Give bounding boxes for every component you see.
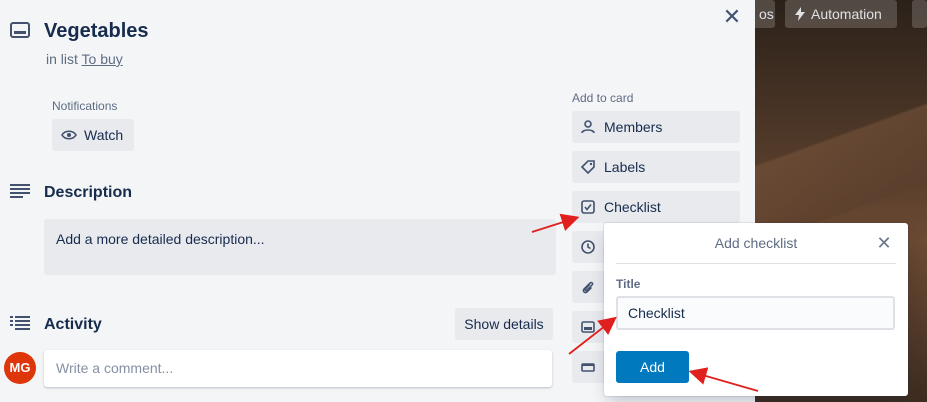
clock-icon xyxy=(581,240,595,254)
comment-input[interactable]: Write a comment... xyxy=(44,350,552,387)
board-header-button-partial-right[interactable] xyxy=(912,0,927,28)
description-input[interactable]: Add a more detailed description... xyxy=(44,219,556,275)
members-button[interactable]: Members xyxy=(572,111,740,143)
checklist-title-input[interactable] xyxy=(616,296,895,330)
close-icon[interactable]: ✕ xyxy=(720,6,744,30)
avatar[interactable]: MG xyxy=(4,352,36,384)
card-title[interactable]: Vegetables xyxy=(44,20,149,43)
checklist-button[interactable]: Checklist xyxy=(572,191,740,223)
list-link[interactable]: To buy xyxy=(82,51,123,67)
activity-heading: Activity xyxy=(44,316,102,333)
labels-button[interactable]: Labels xyxy=(572,151,740,183)
eye-icon xyxy=(61,130,77,140)
watch-button[interactable]: Watch xyxy=(52,119,134,151)
popover-divider xyxy=(616,263,896,264)
popover-title: Add checklist xyxy=(714,235,798,251)
close-icon[interactable]: ✕ xyxy=(874,233,894,253)
add-checklist-popover: Add checklist ✕ Title Add xyxy=(604,223,908,396)
automation-button[interactable]: Automation xyxy=(785,0,897,28)
title-label: Title xyxy=(616,277,641,291)
notifications-label: Notifications xyxy=(52,99,118,113)
add-checklist-button[interactable]: Add xyxy=(616,351,689,383)
show-details-button[interactable]: Show details xyxy=(455,308,553,340)
add-to-card-label: Add to card xyxy=(572,91,634,105)
checkbox-icon xyxy=(581,200,595,214)
archive-icon xyxy=(581,363,595,372)
card-icon xyxy=(581,321,595,333)
activity-icon xyxy=(10,316,30,330)
bolt-icon xyxy=(795,7,805,21)
card-list-info: in list To buy xyxy=(46,51,123,67)
description-icon xyxy=(10,184,30,198)
card-icon xyxy=(10,22,30,38)
person-icon xyxy=(581,120,595,134)
paperclip-icon xyxy=(582,281,594,294)
tag-icon xyxy=(581,160,595,174)
description-heading: Description xyxy=(44,184,133,201)
